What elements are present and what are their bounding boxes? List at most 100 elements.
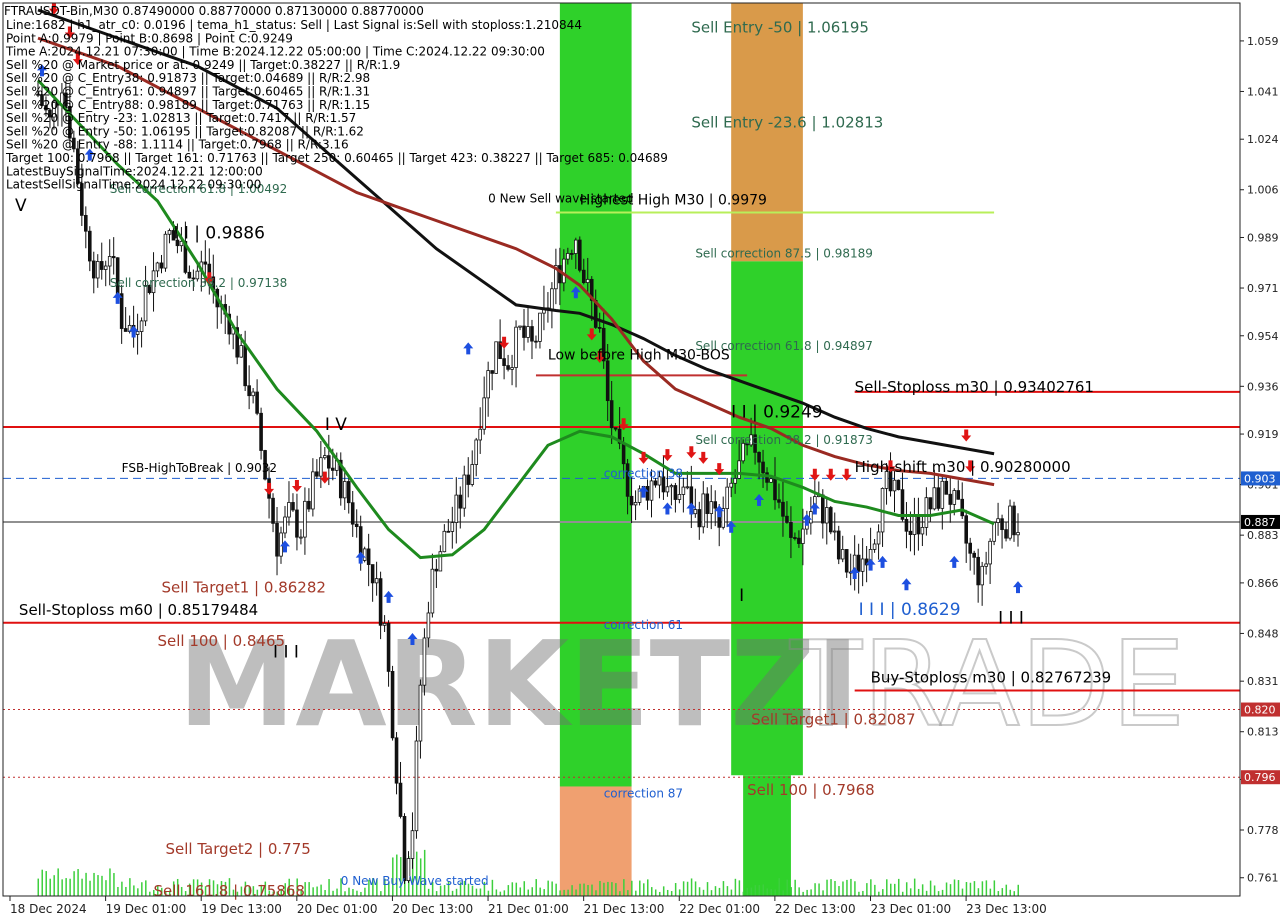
volume-bar [69,878,71,896]
candle-body [307,500,311,510]
candle-body [574,239,578,254]
volume-bar [559,890,561,896]
chart-label-13: Sell-Stoploss m60 | 0.85179484 [19,601,258,619]
volume-bar [774,889,776,896]
volume-bar [121,881,123,896]
volume-bar [890,883,892,896]
candle-body [418,684,423,742]
volume-bar [718,887,721,896]
candle-body [486,370,490,399]
candle-body [283,516,287,534]
price-badge-label-1: 0.887 [1244,516,1276,529]
candle-body [892,479,897,492]
volume-bar [93,872,95,896]
volume-bar [356,890,358,896]
info-line-4: Sell %20 @ C_Entry38: 0.91873 || Target:… [6,71,370,85]
candle-body [916,514,921,535]
candle-body [777,499,781,503]
volume-bar [702,889,705,896]
volume-bar [543,889,545,896]
candle-body [550,288,554,311]
volume-bar [738,880,741,896]
chart-label-16: Sell Target1 | 0.82087 [751,711,915,729]
info-line-5: Sell %20 @ C_Entry61: 0.94897 || Target:… [6,85,370,99]
candle-body [259,412,263,451]
volume-bar [567,889,569,896]
chart-label-9: Low before High M30-BOS [548,348,730,364]
volume-bar [818,883,820,896]
volume-bar [674,883,677,896]
volume-bar [814,883,816,896]
volume-bar [965,882,968,896]
volume-bar [551,881,553,896]
candle-body [1000,518,1004,531]
candle-body [319,457,323,477]
candle-body [761,461,765,474]
volume-bar [909,888,912,896]
candle-body [876,531,881,545]
volume-bar [905,882,908,896]
volume-bar [117,886,119,896]
candle-body [785,515,789,523]
candle-body [163,233,168,269]
volume-bar [113,873,115,896]
volume-bar [969,882,972,896]
candle-body [382,623,387,626]
volume-bar [878,891,880,896]
candle-body [291,502,295,511]
time-tick-label: 19 Dec 01:00 [106,902,187,916]
volume-bar [587,884,589,896]
candle-body [713,501,718,509]
volume-bar [734,878,737,896]
zone-2 [731,3,803,262]
volume-bar [897,878,900,896]
candle-body [832,530,837,533]
candle-body [613,427,618,430]
time-tick-label: 21 Dec 01:00 [488,902,569,916]
volume-bar [834,880,836,896]
price-tick-label: 1.041 [1247,85,1279,98]
volume-bar [491,879,494,896]
candle-body [928,497,933,510]
candle-body [645,485,650,501]
volume-bar [133,885,135,896]
time-tick-label: 22 Dec 01:00 [679,902,760,916]
candle-body [904,518,909,532]
volume-bar [654,889,657,896]
volume-bar [794,879,796,896]
candle-body [781,501,785,517]
volume-bar [101,875,103,896]
candle-body [821,494,825,524]
candle-body [159,262,164,269]
chart-label-11: High-shift m30 | 0.90280000 [855,458,1071,476]
candle-body [526,326,530,338]
candle-body [972,552,976,558]
volume-bar [810,889,812,896]
candle-body [346,481,351,504]
volume-bar [977,888,980,896]
volume-bar [993,880,996,896]
chart-label-24: 0 New Buy Wave started [341,874,489,888]
volume-bar [750,887,753,896]
volume-bar [714,886,717,896]
price-tick-label: 1.006 [1247,184,1279,197]
volume-bar [348,887,350,896]
volume-bar [961,888,964,896]
candle-body [482,397,486,430]
candle-body [992,522,996,542]
volume-bar [312,887,314,896]
chart-label-4: Sell correction 87.5 | 0.98189 [695,246,873,260]
candle-body [366,548,371,565]
chart-label-0: Sell Entry -50 | 1.06195 [691,19,869,37]
candle-body [362,548,367,561]
chart-root: MARKETZI TRADE Sell Entry -50 | 1.06195 Se… [0,0,1280,920]
chart-label-3: 0 New Sell wave started [488,191,633,205]
candle-body [342,481,347,499]
volume-bar [985,880,988,896]
volume-bar [957,880,960,896]
volume-bar [826,879,828,896]
price-badge-label-2: 0.820 [1244,704,1276,717]
volume-bar [838,886,840,896]
candle-body [709,501,714,514]
volume-bar [487,890,490,896]
